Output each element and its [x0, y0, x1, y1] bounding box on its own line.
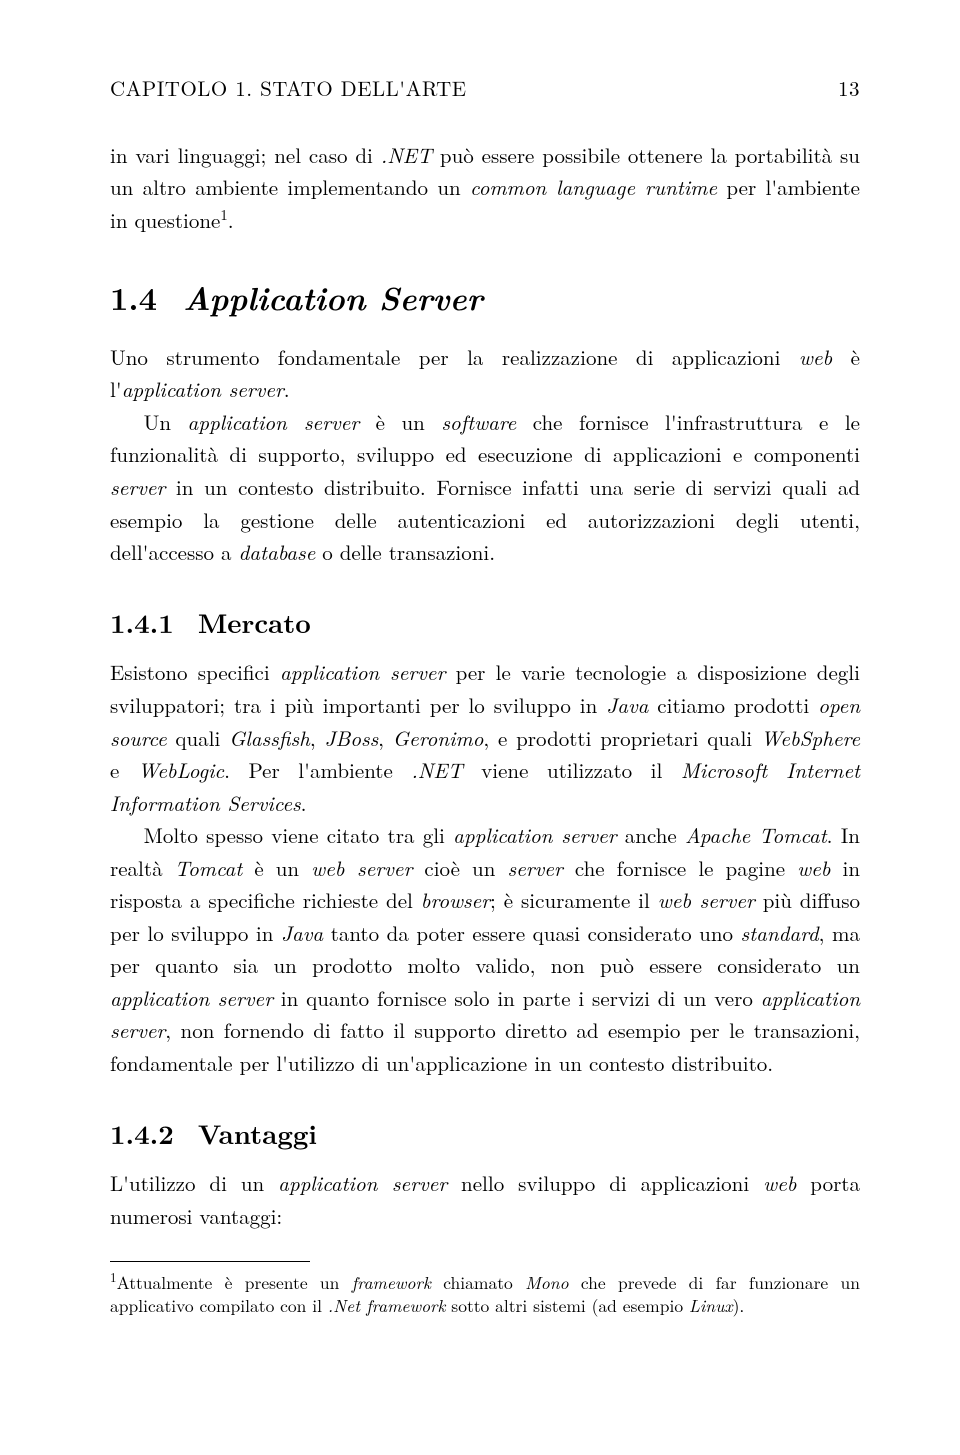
text-italic: Java	[281, 918, 323, 948]
text: . Per l'ambiente	[224, 755, 411, 785]
text: anche	[617, 820, 685, 850]
text-italic: Linux	[689, 1293, 733, 1318]
text-italic: Tomcat	[175, 853, 243, 883]
page-number: 13	[838, 72, 860, 105]
section-number: 1.4	[110, 275, 157, 320]
text: chiamato	[431, 1269, 525, 1294]
text-italic: application server	[278, 1168, 447, 1198]
text: che fornisce le pagine	[563, 853, 797, 883]
text-italic: JBoss	[324, 723, 378, 753]
text-italic: Apache Tomcat	[685, 820, 827, 850]
subsection-number: 1.4.2	[110, 1113, 174, 1152]
text-italic: application server	[280, 657, 445, 687]
text: sotto altri sistemi (ad esempio	[445, 1293, 688, 1318]
text-italic: application server	[188, 407, 360, 437]
running-header: CAPITOLO 1. STATO DELL'ARTE 13	[110, 72, 860, 105]
text: o delle transazioni.	[315, 537, 495, 567]
text: Molto spesso viene citato tra gli	[144, 820, 454, 850]
text-italic: web	[797, 853, 830, 883]
text-italic: server	[110, 472, 165, 502]
text-italic: .Net framework	[328, 1293, 446, 1318]
text: in vari linguaggi; nel caso di	[110, 140, 381, 170]
text-italic: web	[799, 342, 832, 372]
text: è un	[359, 407, 441, 437]
text: Attualmente è presente un	[117, 1269, 352, 1294]
text-italic: Mono	[525, 1269, 568, 1294]
text: quali	[167, 723, 230, 753]
sec141-p2: Molto spesso viene citato tra gli applic…	[110, 819, 860, 1079]
text-italic: browser	[421, 885, 490, 915]
header-chapter: CAPITOLO 1. STATO DELL'ARTE	[110, 72, 467, 105]
text: tanto da poter essere quasi considerato …	[323, 918, 740, 948]
text-italic: database	[239, 537, 316, 567]
text-italic: web server	[311, 853, 412, 883]
text-italic: software	[441, 407, 516, 437]
text-italic: framework	[352, 1269, 431, 1294]
text-italic: .NET	[381, 140, 432, 170]
section-title: Application Server	[183, 273, 483, 320]
text-italic: Glassfish	[229, 723, 310, 753]
text: .	[284, 374, 290, 404]
text: , e prodotti proprietari quali	[483, 723, 761, 753]
text-italic: standard	[741, 918, 819, 948]
text: nello sviluppo di applicazioni	[447, 1168, 763, 1198]
sec141-p1: Esistono specifici application server pe…	[110, 656, 860, 819]
text: e	[110, 755, 138, 785]
text-italic: common language runtime	[470, 172, 717, 202]
text: Esistono specifici	[110, 657, 280, 687]
text: ).	[733, 1293, 745, 1318]
sec14-p2: Un application server è un software che …	[110, 406, 860, 569]
text-italic: Java	[606, 690, 648, 720]
text-italic: web server	[658, 885, 755, 915]
text: ,	[310, 723, 325, 753]
text-italic: WebSphere	[761, 723, 860, 753]
text-italic: .NET	[411, 755, 462, 785]
intro-paragraph-cont: in vari linguaggi; nel caso di .NET può …	[110, 139, 860, 237]
text-italic: server	[507, 853, 562, 883]
text: viene utilizzato il	[463, 755, 681, 785]
page: CAPITOLO 1. STATO DELL'ARTE 13 in vari l…	[0, 0, 960, 1455]
text-italic: WebLogic	[138, 755, 224, 785]
text-italic: application server	[453, 820, 616, 850]
section-heading-1-4: 1.4 Application Server	[110, 272, 860, 323]
text-italic: application server	[122, 374, 284, 404]
text: .	[301, 788, 307, 818]
text-italic: Geronimo	[393, 723, 484, 753]
text: .	[228, 205, 234, 235]
text: Uno strumento fondamentale per la realiz…	[110, 342, 799, 372]
footnote-1: 1Attualmente è presente un framework chi…	[110, 1268, 860, 1318]
subsection-title: Mercato	[198, 602, 311, 641]
text: , non fornendo di fatto il supporto dire…	[110, 1015, 860, 1078]
text: in quanto fornisce solo in parte i servi…	[273, 983, 761, 1013]
text: L'utilizzo di un	[110, 1168, 278, 1198]
text-italic: application server	[110, 983, 273, 1013]
subsection-heading-1-4-2: 1.4.2 Vantaggi	[110, 1112, 860, 1154]
subsection-heading-1-4-1: 1.4.1 Mercato	[110, 601, 860, 643]
text: cioè un	[412, 853, 507, 883]
text: Un	[144, 407, 188, 437]
text: è un	[242, 853, 311, 883]
sec142-p1: L'utilizzo di un application server nell…	[110, 1167, 860, 1232]
footnote-separator	[110, 1261, 310, 1262]
text: ,	[378, 723, 393, 753]
text: citiamo prodotti	[648, 690, 818, 720]
text: ; è sicuramente il	[490, 885, 658, 915]
text-italic: web	[763, 1168, 796, 1198]
sec14-p1: Uno strumento fondamentale per la realiz…	[110, 341, 860, 406]
footnote-ref: 1	[220, 204, 227, 225]
subsection-number: 1.4.1	[110, 602, 174, 641]
subsection-title: Vantaggi	[198, 1113, 317, 1152]
